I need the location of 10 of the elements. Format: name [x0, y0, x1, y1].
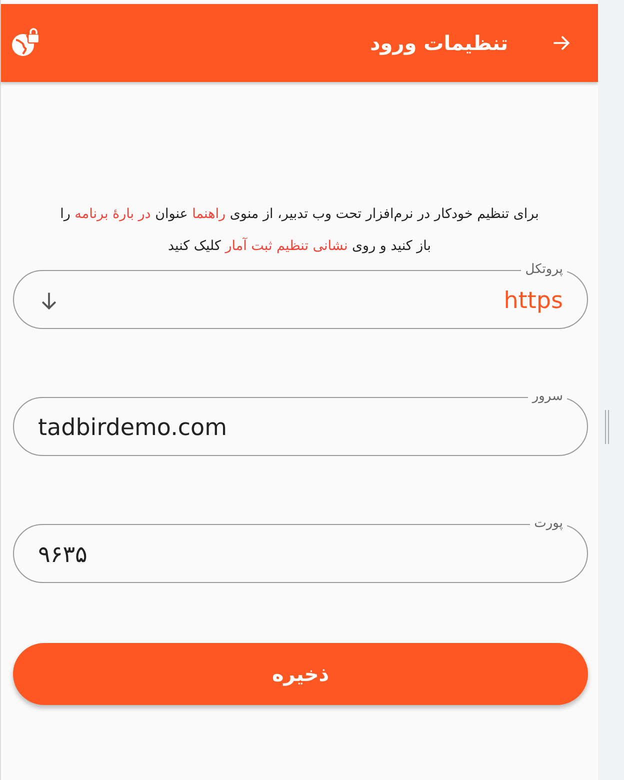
field-label: پورت — [533, 516, 564, 532]
field-value: https — [504, 288, 563, 314]
field-value: ۹۶۳۵ — [38, 542, 88, 568]
resize-handle[interactable] — [605, 410, 609, 444]
field-label: پروتکل — [524, 262, 564, 278]
page-title: تنظیمات ورود — [370, 31, 508, 55]
field-value: tadbirdemo.com — [38, 415, 228, 441]
globe-lock-icon[interactable] — [11, 28, 41, 58]
instructions-text: برای تنظیم خودکار در نرم‌افزار تحت وب تدبیر، از منوی راهنما عنوان در بارهٔ برنامه را باز کنید و روی نشانی تنظیم ثبت آمار کلیک کنید — [60, 205, 540, 256]
field-label: سرور — [530, 389, 564, 405]
